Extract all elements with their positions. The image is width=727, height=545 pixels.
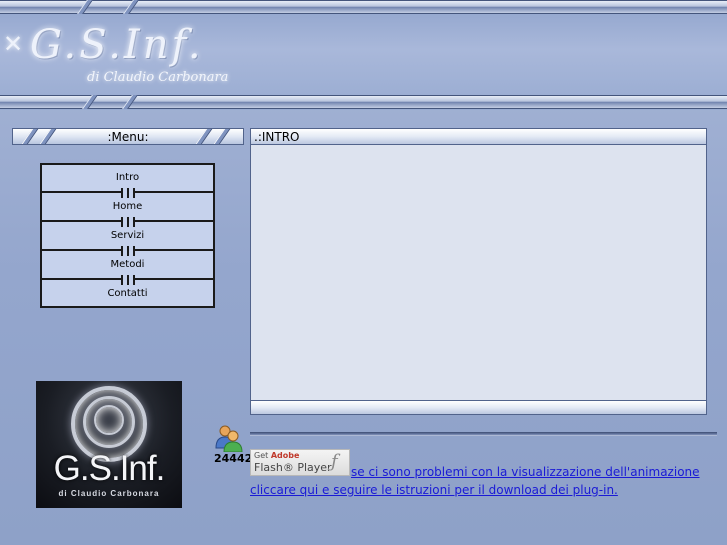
flash-icon: ƒ xyxy=(331,451,338,472)
flash-problem-link[interactable]: se ci sono problemi con la visualizzazio… xyxy=(351,465,700,479)
logo-title: G.S.Inf. xyxy=(53,449,166,488)
get-flash-player-badge[interactable]: Get Adobe Flash® Player ƒ xyxy=(250,449,350,476)
logo-sparkle-icon: ✕ xyxy=(3,30,24,58)
nav-menu: Intro Home Servizi Metodi Contatti xyxy=(40,163,215,308)
bar-decoration xyxy=(77,0,93,14)
header-top-bar xyxy=(0,0,727,14)
logo-subtitle: di Claudio Carbonara xyxy=(58,489,160,498)
flash-player-label: Flash® Player xyxy=(254,461,332,474)
intro-heading-bar: .:INTRO xyxy=(250,128,707,145)
header-bottom-bar xyxy=(0,95,727,109)
site-title: G.S.Inf. xyxy=(30,22,204,68)
bar-decoration xyxy=(122,95,138,109)
bar-decoration xyxy=(82,95,98,109)
users-icon xyxy=(215,425,243,452)
intro-heading: .:INTRO xyxy=(254,130,300,144)
menu-item-metodi[interactable]: Metodi xyxy=(42,253,213,277)
menu-heading-bar: :Menu: xyxy=(12,128,244,145)
flash-adobe-label: Adobe xyxy=(270,451,300,460)
visitor-counter: 24442 xyxy=(214,452,253,465)
site-header: ✕ G.S.Inf. di Claudio Carbonara xyxy=(0,0,727,110)
plugin-download-link[interactable]: cliccare qui e seguire le istruzioni per… xyxy=(250,483,618,497)
menu-item-servizi[interactable]: Servizi xyxy=(42,224,213,248)
section-divider xyxy=(250,432,717,436)
flash-get-label: Get xyxy=(254,451,269,460)
menu-item-contatti[interactable]: Contatti xyxy=(42,282,213,306)
site-subtitle: di Claudio Carbonara xyxy=(87,70,229,85)
company-logo: G.S.Inf. di Claudio Carbonara xyxy=(36,381,182,508)
bar-decoration xyxy=(123,0,139,14)
intro-content-area xyxy=(250,145,707,401)
intro-footer-bar xyxy=(250,400,707,415)
menu-item-home[interactable]: Home xyxy=(42,195,213,219)
menu-item-intro[interactable]: Intro xyxy=(42,166,213,190)
menu-heading: :Menu: xyxy=(107,130,149,144)
